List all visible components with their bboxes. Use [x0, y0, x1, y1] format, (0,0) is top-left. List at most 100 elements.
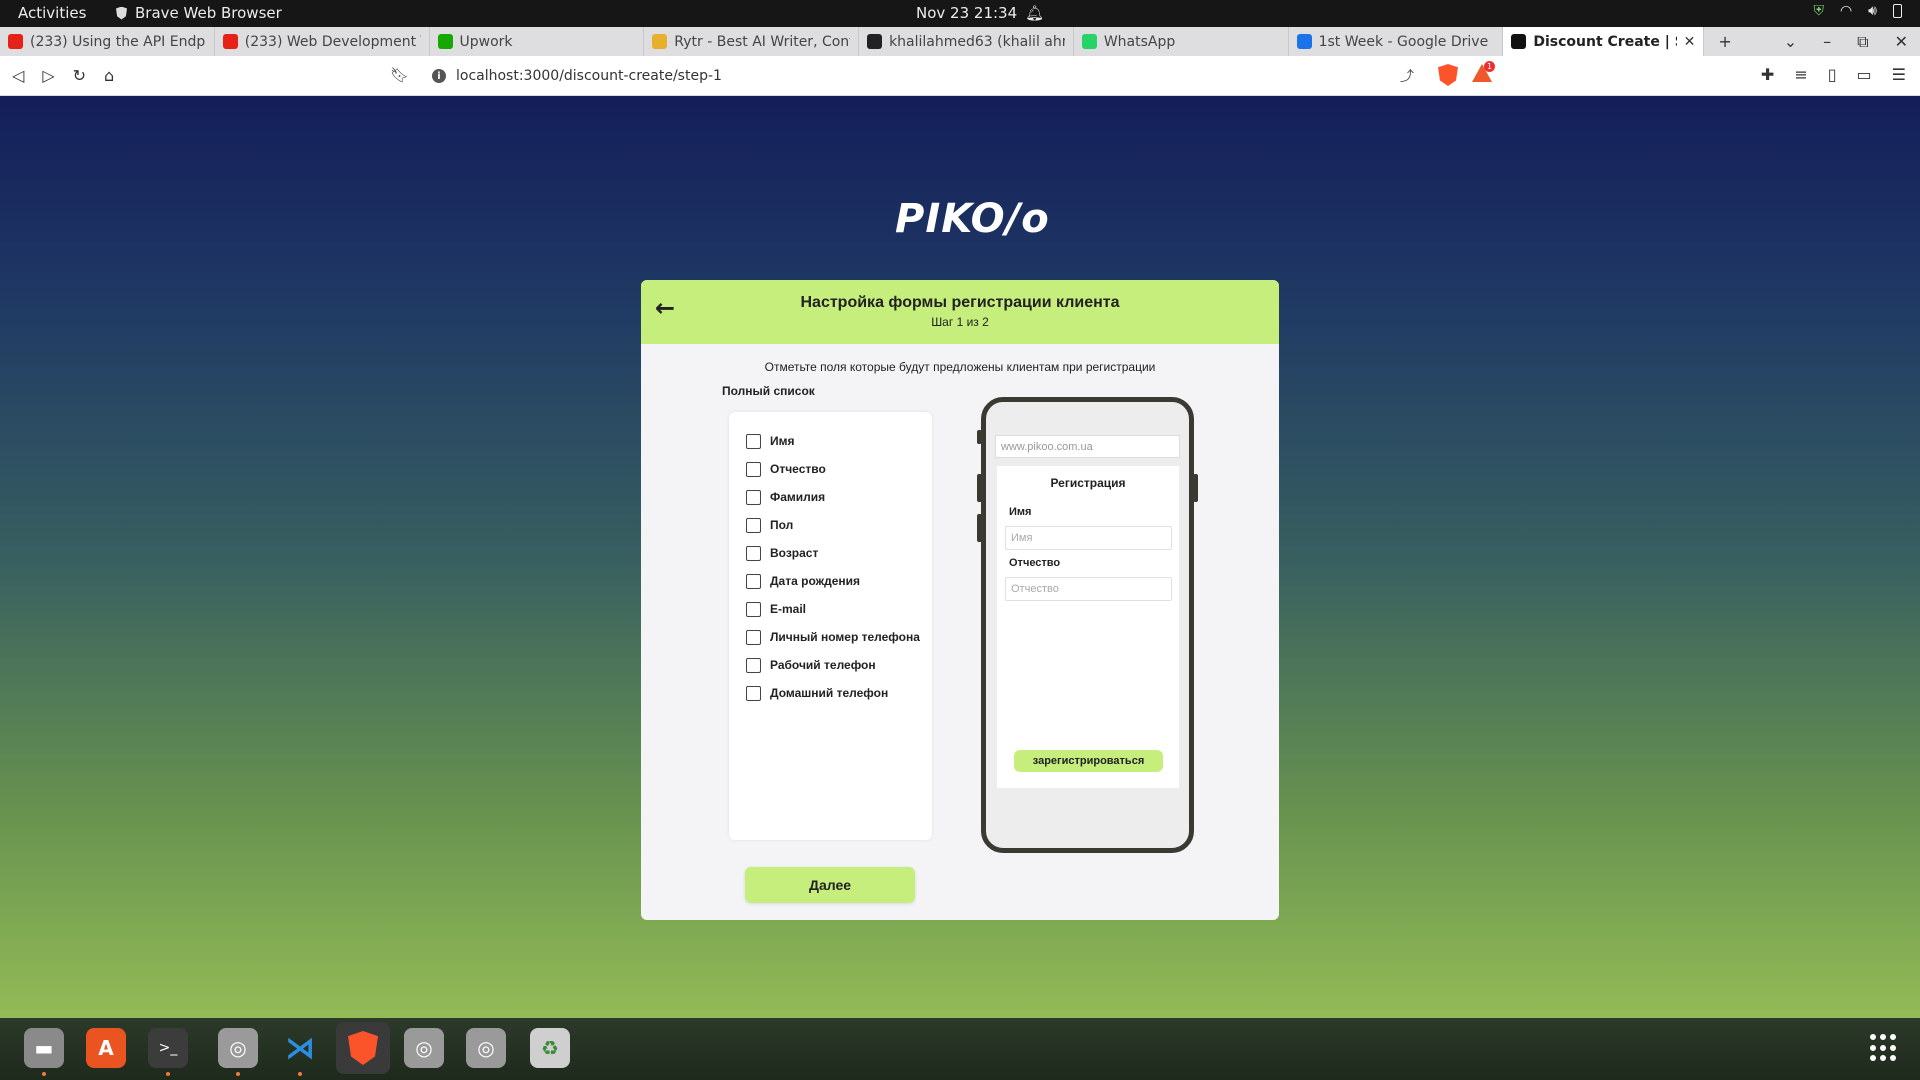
browser-tab[interactable]: 1st Week - Google Drive — [1289, 27, 1504, 56]
address-bar[interactable]: i localhost:3000/discount-create/step-1 — [420, 62, 1425, 90]
show-apps-icon[interactable] — [1870, 1034, 1898, 1062]
browser-toolbar: ◁ ▷ ↻ ⌂ 🔖︎ i localhost:3000/discount-cre… — [0, 56, 1920, 96]
youtube-icon — [8, 34, 23, 49]
app-menu[interactable]: Brave Web Browser — [116, 4, 282, 22]
forward-icon[interactable]: ▷ — [42, 66, 54, 85]
field-option-label: Имя — [770, 434, 795, 448]
phone-url-bar: www.pikoo.com.ua — [995, 435, 1180, 458]
field-checkbox[interactable] — [746, 629, 761, 645]
disk-icon[interactable]: ◎ — [466, 1028, 506, 1068]
share-icon[interactable]: ⤴ — [1400, 66, 1414, 86]
brave-shields-icon[interactable] — [1438, 64, 1458, 86]
field-option[interactable]: Отчество — [729, 455, 932, 483]
full-list-heading: Полный список — [722, 384, 815, 398]
reading-list-icon[interactable]: ≡ — [1794, 65, 1807, 84]
phone-side-button — [977, 514, 982, 542]
browser-tab[interactable]: khalilahmed63 (khalil ahm — [859, 27, 1074, 56]
browser-tab[interactable]: Discount Create | Step ✕ — [1503, 27, 1705, 56]
clock[interactable]: Nov 23 21:34 🔔︎ — [916, 4, 1044, 22]
rytr-icon — [652, 34, 668, 49]
instruction-text: Отметьте поля которые будут предложены к… — [764, 360, 1156, 374]
trash-icon[interactable]: ♻ — [530, 1028, 570, 1068]
whatsapp-icon — [1081, 34, 1097, 49]
browser-tab[interactable]: (233) Using the API Endpo — [0, 27, 215, 56]
field-option-label: Отчество — [770, 462, 826, 476]
tab-title: WhatsApp — [1103, 33, 1176, 50]
extensions-icon[interactable]: ✚ — [1761, 65, 1774, 84]
youtube-icon — [222, 34, 238, 49]
field-option-label: Фамилия — [770, 490, 826, 504]
wallet-icon[interactable]: ▭ — [1857, 65, 1872, 84]
field-option[interactable]: Имя — [729, 427, 932, 455]
field-option[interactable]: Пол — [729, 511, 932, 539]
running-indicator — [236, 1072, 240, 1076]
field-checkbox[interactable] — [746, 573, 761, 589]
dock: ▬ A >_ ◎ ⋊ ◎ ◎ ♻ — [0, 1018, 1920, 1080]
preview-name-input: Имя — [1005, 526, 1172, 550]
restore-icon[interactable]: ⧉ — [1857, 32, 1868, 52]
field-checkbox[interactable] — [746, 461, 761, 477]
field-checkbox[interactable] — [746, 545, 761, 561]
close-tab-icon[interactable]: ✕ — [1684, 34, 1696, 50]
site-info-icon[interactable]: i — [432, 69, 446, 83]
wifi-icon: ◠ — [1839, 3, 1853, 19]
page-viewport: PIKO/o ← Настройка формы регистрации кли… — [0, 96, 1920, 1018]
tab-title: khalilahmed63 (khalil ahm — [889, 33, 1065, 50]
tab-search-chevron-icon[interactable]: ⌄ — [1784, 32, 1797, 51]
sidebar-toggle-icon[interactable]: ▯ — [1828, 65, 1837, 84]
new-tab-icon[interactable]: + — [1718, 32, 1731, 51]
brave-shield-icon — [116, 6, 127, 20]
browser-tab[interactable]: (233) Web Development T — [215, 27, 430, 56]
battery-icon — [1893, 4, 1902, 18]
files-icon[interactable]: ▬ — [24, 1028, 64, 1068]
back-arrow-icon[interactable]: ← — [655, 294, 675, 322]
menu-icon[interactable]: ☰ — [1892, 65, 1906, 84]
field-option[interactable]: Дата рождения — [729, 567, 932, 595]
browser-tab[interactable]: WhatsApp — [1074, 27, 1289, 56]
activities-button[interactable]: Activities — [18, 4, 86, 22]
url-text: localhost:3000/discount-create/step-1 — [456, 68, 722, 84]
brave-icon[interactable] — [336, 1022, 390, 1074]
field-checkbox[interactable] — [746, 601, 761, 617]
back-icon[interactable]: ◁ — [12, 66, 24, 85]
field-option[interactable]: E-mail — [729, 595, 932, 623]
page-title: Настройка формы регистрации клиента — [800, 294, 1120, 311]
google-drive-icon — [1296, 34, 1312, 49]
disk-icon[interactable]: ◎ — [404, 1028, 444, 1068]
home-icon[interactable]: ⌂ — [104, 66, 114, 85]
field-option-label: Рабочий телефон — [770, 658, 876, 672]
tab-controls: + ⌄ – ⧉ ✕ — [1704, 27, 1920, 56]
phone-side-button — [977, 474, 982, 502]
field-option[interactable]: Фамилия — [729, 483, 932, 511]
terminal-icon[interactable]: >_ — [148, 1028, 188, 1068]
vscode-icon[interactable]: ⋊ — [280, 1028, 320, 1068]
field-checkbox[interactable] — [746, 489, 761, 505]
field-checkbox[interactable] — [746, 517, 761, 533]
close-window-icon[interactable]: ✕ — [1895, 32, 1908, 51]
tab-title: (233) Using the API Endpo — [30, 33, 206, 50]
system-tray[interactable]: ⛨ ◠ 🔊︎ — [1813, 3, 1902, 19]
registration-form-card: ← Настройка формы регистрации клиента Ша… — [641, 280, 1279, 920]
field-checkbox[interactable] — [746, 433, 761, 449]
phone-preview: www.pikoo.com.ua Регистрация Имя Имя Отч… — [977, 397, 1198, 853]
minimize-icon[interactable]: – — [1823, 32, 1831, 51]
field-option[interactable]: Личный номер телефона — [729, 623, 932, 651]
field-option[interactable]: Рабочий телефон — [729, 651, 932, 679]
browser-tab[interactable]: Upwork — [430, 27, 645, 56]
shield-status-icon: ⛨ — [1813, 3, 1824, 19]
bell-icon: 🔔︎ — [1025, 4, 1045, 22]
registration-heading: Регистрация — [1050, 476, 1126, 490]
bookmark-icon[interactable]: 🔖︎ — [390, 66, 409, 84]
software-center-icon[interactable]: A — [86, 1028, 126, 1068]
field-option[interactable]: Возраст — [729, 539, 932, 567]
next-button[interactable]: Далее — [745, 867, 915, 903]
field-checkbox[interactable] — [746, 685, 761, 701]
preview-field-label: Имя — [1009, 506, 1032, 518]
field-option-label: Пол — [770, 518, 794, 532]
browser-tab[interactable]: Rytr - Best AI Writer, Cont — [644, 27, 860, 56]
reload-icon[interactable]: ↻ — [73, 66, 86, 85]
disk-icon[interactable]: ◎ — [218, 1028, 258, 1068]
field-option[interactable]: Домашний телефон — [729, 679, 932, 707]
field-checkbox[interactable] — [746, 657, 761, 673]
preview-register-button: зарегистрироваться — [1014, 750, 1163, 772]
